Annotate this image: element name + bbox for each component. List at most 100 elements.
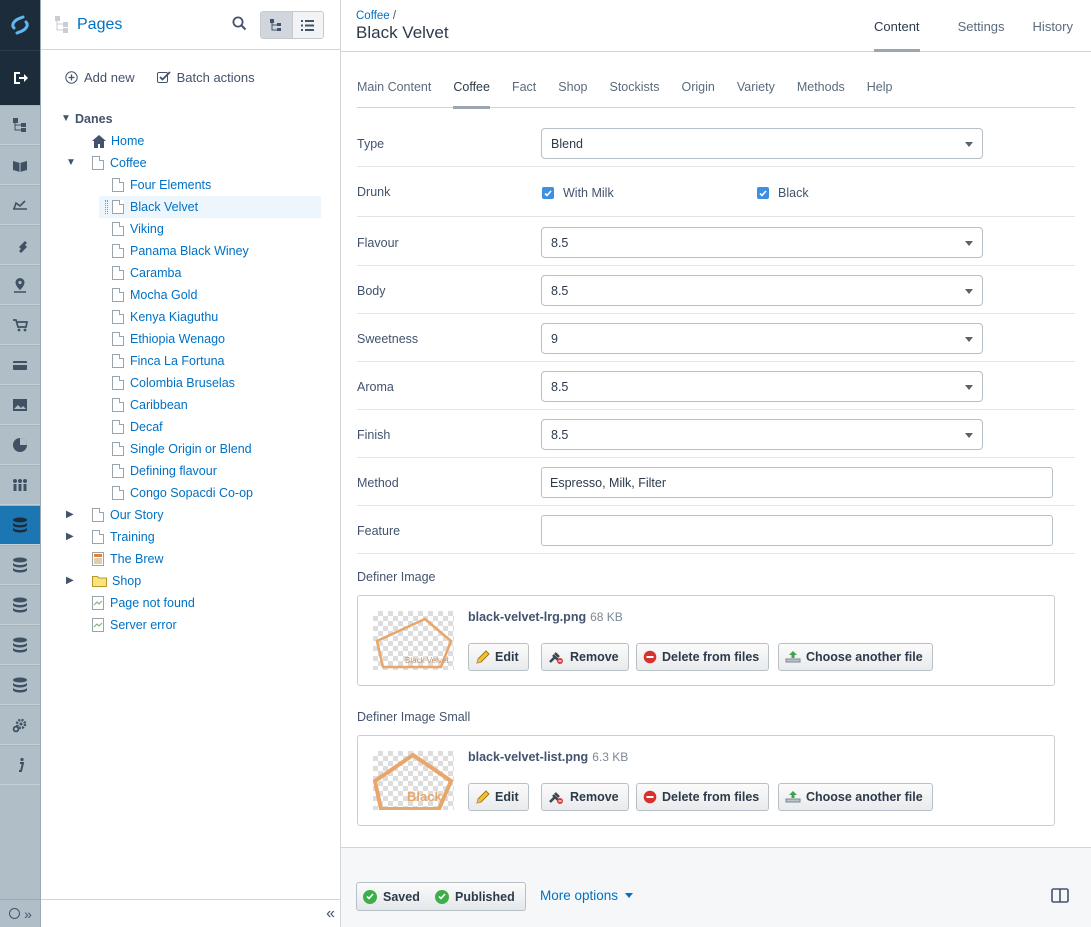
tree-item[interactable]: Home (92, 130, 144, 152)
subtab-stockists[interactable]: Stockists (598, 66, 670, 108)
caret-right-icon[interactable]: ▶ (66, 509, 74, 520)
rail-item-info[interactable] (0, 745, 40, 785)
published-button[interactable]: Published (429, 882, 526, 911)
rail-item-pages[interactable] (0, 105, 40, 145)
file-thumbnail[interactable]: Black (373, 751, 454, 810)
type-select[interactable]: Blend (541, 128, 983, 159)
method-input[interactable]: Espresso, Milk, Filter (541, 467, 1053, 498)
subtab-variety[interactable]: Variety (726, 66, 786, 108)
with-milk-checkbox[interactable]: With Milk (542, 186, 614, 200)
subtab-coffee[interactable]: Coffee (442, 66, 501, 109)
subtab-origin[interactable]: Origin (671, 66, 726, 108)
finish-select[interactable]: 8.5 (541, 419, 983, 450)
subtab-help[interactable]: Help (856, 66, 904, 108)
tab-settings[interactable]: Settings (944, 0, 1019, 52)
rail-item-gear[interactable] (0, 705, 40, 745)
expand-menu-icon[interactable]: » (24, 906, 32, 922)
tree-item[interactable]: Four Elements (112, 174, 211, 196)
edit-file-button[interactable]: Edit (468, 643, 529, 671)
body-select[interactable]: 8.5 (541, 275, 983, 306)
more-options-button[interactable]: More options (540, 888, 634, 903)
aroma-select[interactable]: 8.5 (541, 371, 983, 402)
edit-file-button[interactable]: Edit (468, 783, 529, 811)
tree-item[interactable]: Coffee (92, 152, 147, 174)
subtab-fact[interactable]: Fact (501, 66, 547, 108)
rail-item-database[interactable] (0, 625, 40, 665)
tree-item[interactable]: The Brew (92, 548, 164, 570)
tree-item[interactable]: Colombia Bruselas (112, 372, 235, 394)
tree-item[interactable]: Training (92, 526, 155, 548)
remove-file-button[interactable]: Remove (541, 783, 629, 811)
flavour-label: Flavour (357, 236, 399, 250)
silverstripe-logo[interactable] (0, 0, 40, 50)
breadcrumb-link-coffee[interactable]: Coffee (356, 10, 390, 22)
tree-root[interactable]: ▼ Danes (61, 108, 113, 130)
rail-item-reports[interactable] (0, 185, 40, 225)
tree-item[interactable]: Black Velvet (112, 196, 198, 218)
pencil-icon (476, 649, 490, 664)
rail-item-payment-card[interactable] (0, 345, 40, 385)
help-circle-icon[interactable] (9, 908, 21, 919)
tree-item[interactable]: Caramba (112, 262, 181, 284)
saved-button[interactable]: Saved (356, 882, 431, 911)
rail-item-database[interactable] (0, 665, 40, 705)
list-view-button[interactable] (291, 12, 323, 38)
remove-file-button[interactable]: Remove (541, 643, 629, 671)
caret-down-icon[interactable]: ▼ (66, 157, 76, 168)
database-icon (13, 637, 27, 653)
rail-item-map-pin[interactable] (0, 265, 40, 305)
black-checkbox[interactable]: Black (757, 186, 809, 200)
caret-down-icon[interactable]: ▼ (61, 113, 71, 124)
tab-content[interactable]: Content (860, 0, 934, 52)
tree-item[interactable]: Finca La Fortuna (112, 350, 225, 372)
delete-from-files-button[interactable]: Delete from files (636, 643, 770, 671)
page-icon (112, 288, 124, 302)
batch-actions-button[interactable]: Batch actions (156, 70, 255, 85)
tree-item[interactable]: Shop (92, 570, 141, 592)
feature-input[interactable] (541, 515, 1053, 546)
rail-item-cart[interactable] (0, 305, 40, 345)
with-milk-label: With Milk (563, 186, 614, 200)
tab-history[interactable]: History (1019, 0, 1091, 52)
tree-item[interactable]: Congo Sopacdi Co-op (112, 482, 253, 504)
delete-from-files-button[interactable]: Delete from files (636, 783, 770, 811)
file-thumbnail[interactable]: Black Velvet (373, 611, 454, 670)
search-icon[interactable] (232, 16, 247, 31)
caret-right-icon[interactable]: ▶ (66, 575, 74, 586)
tree-item[interactable]: Panama Black Winey (112, 240, 249, 262)
tree-item[interactable]: Decaf (112, 416, 163, 438)
rail-item-people[interactable] (0, 465, 40, 505)
flavour-select[interactable]: 8.5 (541, 227, 983, 258)
split-view-icon[interactable] (1051, 888, 1069, 903)
rail-item-image[interactable] (0, 385, 40, 425)
sweetness-select[interactable]: 9 (541, 323, 983, 354)
subtab-main-content[interactable]: Main Content (357, 66, 442, 108)
tree-item[interactable]: Mocha Gold (112, 284, 197, 306)
drag-handle-icon[interactable] (105, 200, 108, 214)
tree-item[interactable]: Defining flavour (112, 460, 217, 482)
tree-view-button[interactable] (261, 12, 292, 38)
subtab-shop[interactable]: Shop (547, 66, 598, 108)
tree-item[interactable]: Caribbean (112, 394, 188, 416)
rail-item-database[interactable] (0, 505, 40, 545)
tree-item[interactable]: Kenya Kiaguthu (112, 306, 218, 328)
rail-item-database[interactable] (0, 545, 40, 585)
tree-item[interactable]: Viking (112, 218, 164, 240)
tree-item[interactable]: Ethiopia Wenago (112, 328, 225, 350)
rail-item-book[interactable] (0, 145, 40, 185)
tree-item[interactable]: Our Story (92, 504, 164, 526)
rail-item-ticket[interactable] (0, 225, 40, 265)
rail-item-pie-chart[interactable] (0, 425, 40, 465)
add-new-button[interactable]: Add new (65, 70, 135, 85)
collapse-panel-button[interactable]: « (41, 899, 341, 927)
choose-another-file-button[interactable]: Choose another file (778, 643, 933, 671)
choose-another-file-button[interactable]: Choose another file (778, 783, 933, 811)
subtab-methods[interactable]: Methods (786, 66, 856, 108)
rail-item-database[interactable] (0, 585, 40, 625)
logout-button[interactable] (0, 50, 40, 105)
caret-right-icon[interactable]: ▶ (66, 531, 74, 542)
tree-item[interactable]: Page not found (92, 592, 195, 614)
tree-item[interactable]: Single Origin or Blend (112, 438, 252, 460)
home-icon (92, 134, 106, 148)
tree-item[interactable]: Server error (92, 614, 177, 636)
